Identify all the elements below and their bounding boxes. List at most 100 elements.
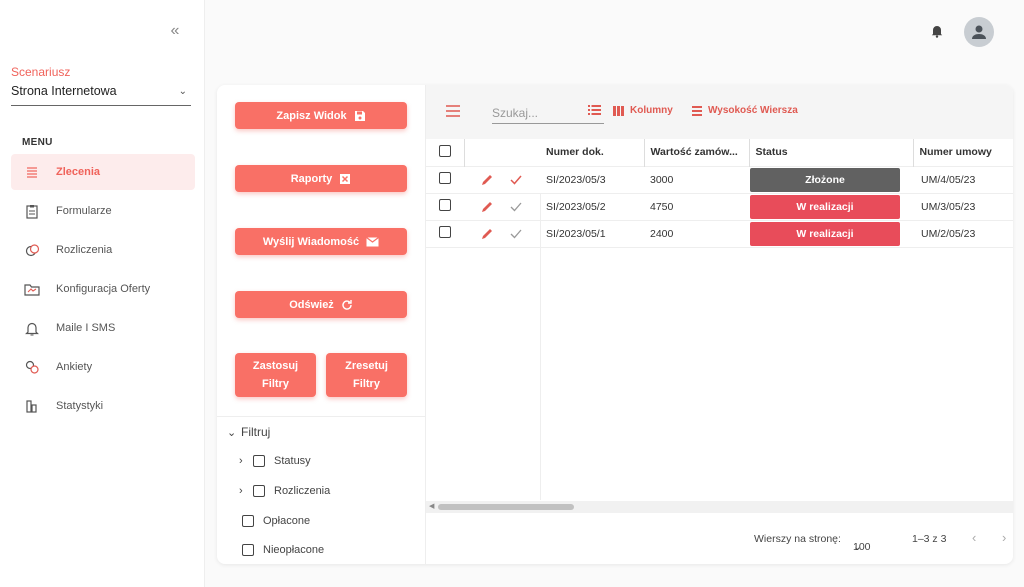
row-actions-cell <box>464 193 540 221</box>
filter-item-nieoplacone[interactable]: Nieopłacone <box>242 544 324 556</box>
row-checkbox[interactable] <box>439 199 451 211</box>
status-cell: W realizacji <box>749 193 913 221</box>
edit-icon[interactable] <box>480 200 494 214</box>
double-chevron-left-icon[interactable]: « <box>166 22 184 40</box>
columns-button[interactable]: Kolumny <box>613 105 673 116</box>
page-range: 1–3 z 3 <box>912 533 947 545</box>
excel-icon <box>340 173 351 184</box>
actions-panel: Zapisz Widok Raporty Wyślij Wiadomość Od… <box>217 85 426 564</box>
sidebar: « Scenariusz Strona Internetowa ⌄ MENU Z… <box>0 0 205 587</box>
main-card: Zapisz Widok Raporty Wyślij Wiadomość Od… <box>217 85 1013 564</box>
row-checkbox[interactable] <box>439 226 451 238</box>
notification-bell-icon[interactable] <box>930 24 944 38</box>
reset-filters-label-1: Zresetuj <box>345 360 388 372</box>
table-row[interactable]: SI/2023/05/2 4750 W realizacji UM/3/05/2… <box>426 193 1013 221</box>
filter-item-statusy[interactable]: › Statusy <box>239 455 311 467</box>
reports-button[interactable]: Raporty <box>235 165 407 192</box>
next-page-icon[interactable]: › <box>1002 530 1006 545</box>
row-select-cell <box>426 220 464 248</box>
scenario-label: Scenariusz <box>11 65 71 79</box>
filter-item-rozliczenia[interactable]: › Rozliczenia <box>239 485 330 497</box>
sidebar-item-konfiguracja-oferty[interactable]: Konfiguracja Oferty <box>11 271 195 307</box>
filter-item-oplacone[interactable]: Opłacone <box>242 515 310 527</box>
sidebar-item-statystyki[interactable]: Statystyki <box>11 388 195 424</box>
filter-label: Opłacone <box>263 515 311 527</box>
row-height-button[interactable]: Wysokość Wiersza <box>692 105 798 116</box>
reset-filters-button[interactable]: Zresetuj Filtry <box>326 353 407 397</box>
send-message-button[interactable]: Wyślij Wiadomość <box>235 228 407 255</box>
status-cell: W realizacji <box>749 220 913 248</box>
columns-icon <box>613 105 624 116</box>
table-panel: Kolumny Wysokość Wiersza Numer dok. Wart… <box>426 85 1013 564</box>
sidebar-item-label: Ankiety <box>56 361 93 373</box>
header-order-value[interactable]: Wartość zamów... <box>643 139 749 166</box>
chevron-down-icon: ⌄ <box>178 86 187 97</box>
filter-toggle[interactable]: ⌄ Filtruj <box>227 425 270 439</box>
sidebar-item-label: Zlecenia <box>56 166 101 178</box>
save-icon <box>354 110 365 121</box>
doc-number-cell: SI/2023/05/3 <box>540 166 644 194</box>
sidebar-item-maile-sms[interactable]: Maile I SMS <box>11 310 195 346</box>
scrollbar-thumb[interactable] <box>438 504 574 510</box>
sidebar-item-ankiety[interactable]: Ankiety <box>11 349 195 385</box>
order-value-cell: 2400 <box>644 220 749 248</box>
check-icon[interactable] <box>509 173 523 187</box>
statusy-checkbox[interactable] <box>253 455 265 467</box>
chevron-right-icon[interactable]: › <box>239 485 253 497</box>
select-all-checkbox[interactable] <box>439 144 451 157</box>
check-icon[interactable] <box>509 227 523 241</box>
row-checkbox[interactable] <box>439 172 451 184</box>
apply-filters-label-2: Filtry <box>262 378 289 390</box>
nieoplacone-checkbox[interactable] <box>242 544 254 556</box>
sidebar-item-label: Maile I SMS <box>56 322 116 334</box>
chevron-right-icon[interactable]: › <box>239 455 253 467</box>
sidebar-item-label: Konfiguracja Oferty <box>56 283 151 295</box>
sidebar-item-zlecenia[interactable]: Zlecenia <box>11 154 195 190</box>
column-divider <box>540 193 541 500</box>
apply-filters-button[interactable]: Zastosuj Filtry <box>235 353 316 397</box>
contract-number-cell: UM/2/05/23 <box>913 220 1013 248</box>
edit-icon[interactable] <box>480 173 494 187</box>
table-row[interactable]: SI/2023/05/1 2400 W realizacji UM/2/05/2… <box>426 220 1013 248</box>
mail-icon <box>366 236 380 246</box>
filter-label: Statusy <box>274 455 311 467</box>
reports-label: Raporty <box>290 172 333 185</box>
stats-icon <box>24 398 40 414</box>
chevron-down-icon: ⌄ <box>227 426 237 439</box>
table-header-row: Numer dok. Wartość zamów... Status Numer… <box>426 139 1013 166</box>
sidebar-item-formularze[interactable]: Formularze <box>11 193 195 229</box>
order-value-cell: 3000 <box>644 166 749 194</box>
header-doc-number[interactable]: Numer dok. <box>540 139 644 166</box>
table-row[interactable]: SI/2023/05/3 3000 Złożone UM/4/05/23 <box>426 166 1013 194</box>
survey-icon <box>24 359 40 375</box>
oplacone-checkbox[interactable] <box>242 515 254 527</box>
refresh-button[interactable]: Odśwież <box>235 291 407 318</box>
filter-list-button[interactable] <box>588 105 607 115</box>
filter-section <box>217 416 426 417</box>
reset-filters-label-2: Filtry <box>353 378 380 390</box>
prev-page-icon[interactable]: ‹ <box>972 530 976 545</box>
header-status[interactable]: Status <box>748 139 913 166</box>
pagination: Wierszy na stronę: 100 ⌄ 1–3 z 3 ‹ › <box>426 525 1013 553</box>
menu-title: MENU <box>22 137 53 148</box>
row-height-label: Wysokość Wiersza <box>708 105 798 116</box>
horizontal-scrollbar[interactable]: ◀ <box>426 501 1013 513</box>
sidebar-item-rozliczenia[interactable]: Rozliczenia <box>11 232 195 268</box>
avatar[interactable] <box>964 17 994 47</box>
rozliczenia-checkbox[interactable] <box>253 485 265 497</box>
menu-icon[interactable] <box>446 105 460 117</box>
contract-number-cell: UM/4/05/23 <box>913 166 1013 194</box>
sidebar-item-label: Statystyki <box>56 400 104 412</box>
scroll-left-icon[interactable]: ◀ <box>429 502 434 510</box>
folder-icon <box>24 281 40 297</box>
status-cell: Złożone <box>749 166 913 194</box>
header-contract-number[interactable]: Numer umowy <box>912 139 1013 166</box>
edit-icon[interactable] <box>480 227 494 241</box>
save-view-button[interactable]: Zapisz Widok <box>235 102 407 129</box>
filter-label: Nieopłacone <box>263 544 325 556</box>
scenario-select[interactable]: Strona Internetowa ⌄ <box>11 84 191 106</box>
filter-title: Filtruj <box>241 425 271 439</box>
check-icon[interactable] <box>509 200 523 214</box>
send-message-label: Wyślij Wiadomość <box>262 235 360 248</box>
filter-label: Rozliczenia <box>274 485 331 497</box>
